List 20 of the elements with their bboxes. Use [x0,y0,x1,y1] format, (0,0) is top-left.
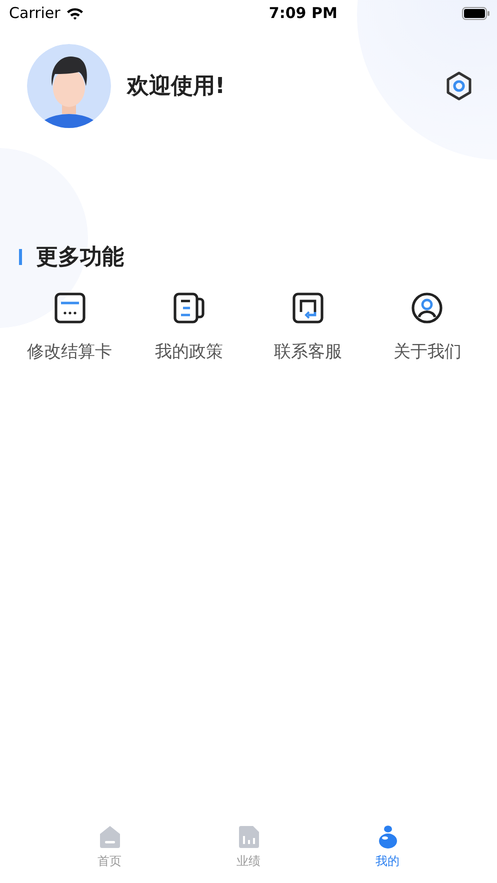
feature-label[interactable]: 我的政策 [154,340,223,363]
battery-icon [462,6,490,20]
tab[interactable]: 我的 [370,821,406,877]
accent-bar [19,249,22,265]
card-icon[interactable] [54,292,86,324]
home-icon [98,825,122,849]
chart-icon [236,825,260,849]
wifi-icon [66,6,84,20]
settings-icon[interactable] [445,71,473,101]
feature-label[interactable]: 关于我们 [393,340,462,363]
section-title: 更多功能 [36,244,124,272]
welcome-text: 欢迎使用! [127,72,226,101]
avatar-icon[interactable] [27,44,111,128]
frame-icon[interactable] [292,292,324,324]
feature-label[interactable]: 联系客服 [274,340,342,363]
carrier-name: Carrier [9,4,60,22]
clock-time: 7:09 PM [268,4,338,22]
document-icon[interactable] [172,292,205,324]
user-icon[interactable] [411,292,444,324]
feature-label[interactable]: 修改结算卡 [27,340,112,363]
